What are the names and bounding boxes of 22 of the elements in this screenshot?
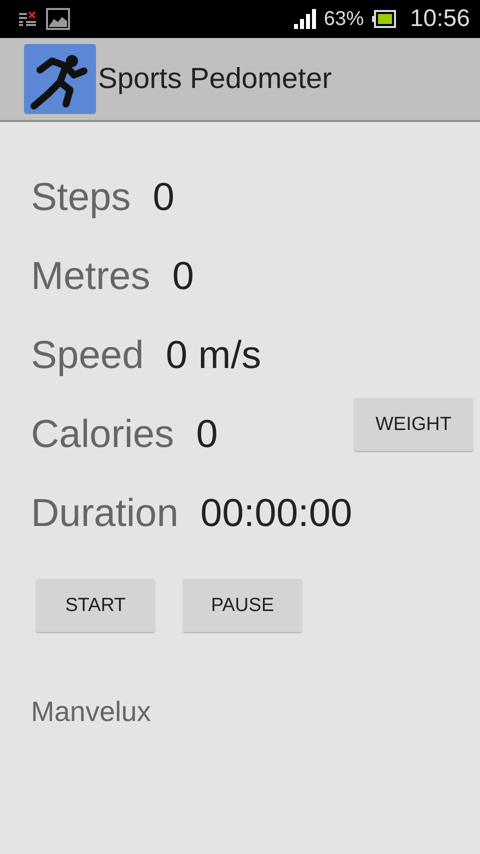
image-icon (46, 8, 70, 30)
control-button[interactable]: START (36, 579, 155, 632)
stat-value: 00:00:00 (200, 492, 352, 536)
clock: 10:56 (410, 5, 470, 33)
stat-label: Steps (31, 176, 131, 220)
stat-value: 0 (172, 254, 194, 298)
author-name: Manvelux (31, 696, 152, 728)
stat-label: Calories (31, 412, 174, 456)
notification-icon (18, 11, 38, 27)
battery-percent: 63% (324, 8, 364, 30)
stat-value: 0 (152, 176, 174, 220)
battery-icon (372, 10, 396, 28)
runner-icon[interactable] (24, 44, 96, 114)
weight-button[interactable]: WEIGHT (354, 398, 473, 451)
stat-label: Speed (31, 334, 144, 378)
stat-label: Metres (31, 254, 150, 298)
control-button[interactable]: PAUSE (183, 579, 302, 632)
signal-icon (294, 9, 316, 29)
stat-label: Duration (31, 492, 178, 536)
stat-value: 0 m/s (166, 334, 262, 378)
stat-value: 0 (196, 412, 218, 456)
app-title: Sports Pedometer (98, 62, 332, 96)
